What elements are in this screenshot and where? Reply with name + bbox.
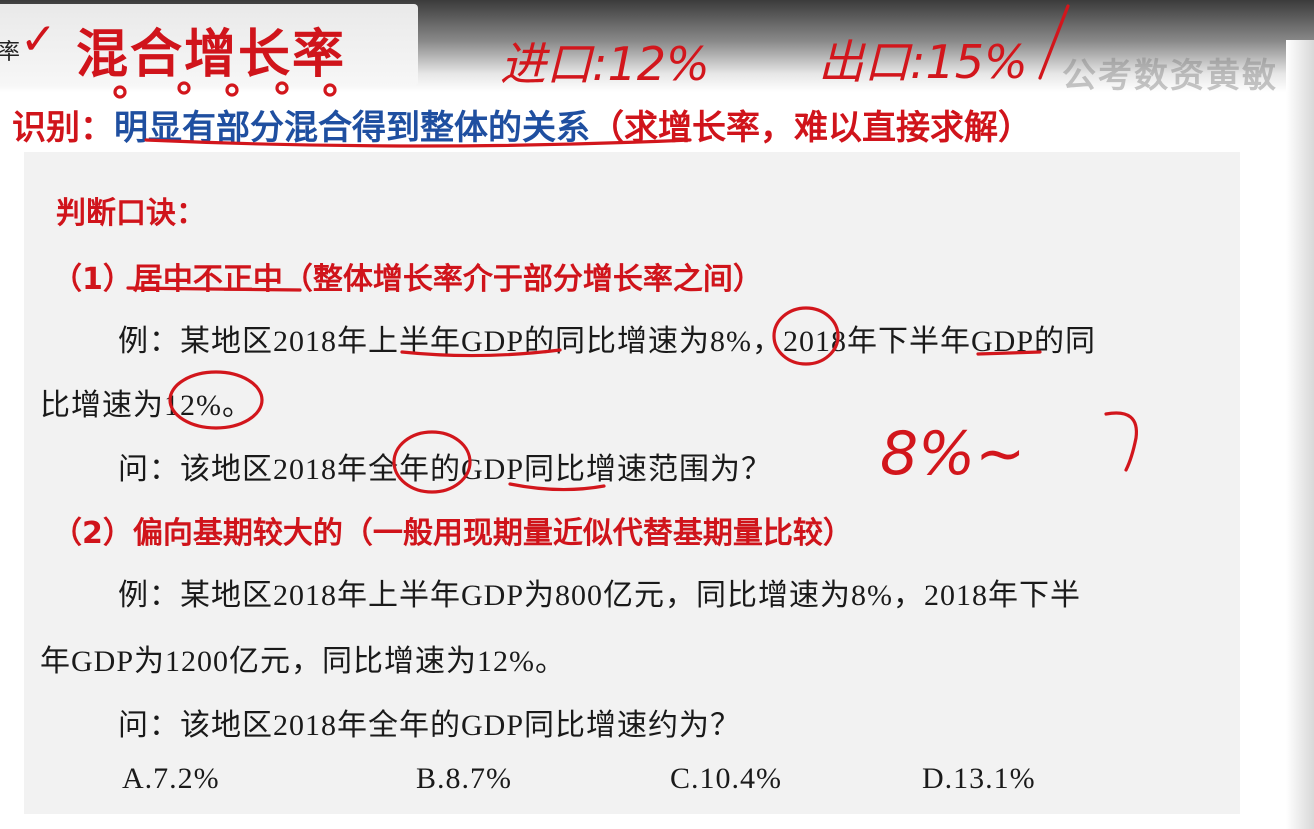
point2-question: 问：该地区2018年全年的GDP同比增速约为？ (118, 709, 742, 742)
slide-title: 混合增长率 (76, 25, 347, 85)
point2-heading: （2）偏向基期较大的（一般用现期量近似代替基期量比较） (52, 516, 853, 551)
identify-label: 识别： (12, 108, 114, 148)
identify-criterion: 明显有部分混合得到整体的关系 (114, 108, 590, 148)
option-a[interactable]: A.7.2% (122, 762, 220, 796)
cut-off-title-char: 率 (0, 40, 21, 65)
check-icon: ✓ (20, 14, 57, 65)
rule-title: 判断口诀： (56, 196, 206, 231)
right-edge-shadow (1286, 40, 1314, 829)
point2-example-line1: 例：某地区2018年上半年GDP为800亿元，同比增速为8%，2018年下半 (118, 579, 1082, 612)
option-d[interactable]: D.13.1% (922, 762, 1036, 796)
watermark: 公考数资黄敏 (1062, 56, 1278, 96)
point1-question: 问：该地区2018年全年的GDP同比增速范围为？ (118, 453, 773, 486)
option-b[interactable]: B.8.7% (416, 762, 512, 796)
identify-line: 识别：明显有部分混合得到整体的关系（求增长率，难以直接求解） (12, 100, 1032, 149)
option-c[interactable]: C.10.4% (670, 762, 782, 796)
point1-example-line2: 比增速为12%。 (40, 389, 253, 422)
identify-note: （求增长率，难以直接求解） (590, 108, 1032, 148)
point2-example-line2: 年GDP为1200亿元，同比增速为12%。 (40, 645, 567, 678)
point1-heading: （1）居中不正中（整体增长率介于部分增长率之间） (52, 262, 763, 297)
point1-example-line1: 例：某地区2018年上半年GDP的同比增速为8%，2018年下半年GDP的同 (118, 325, 1097, 358)
